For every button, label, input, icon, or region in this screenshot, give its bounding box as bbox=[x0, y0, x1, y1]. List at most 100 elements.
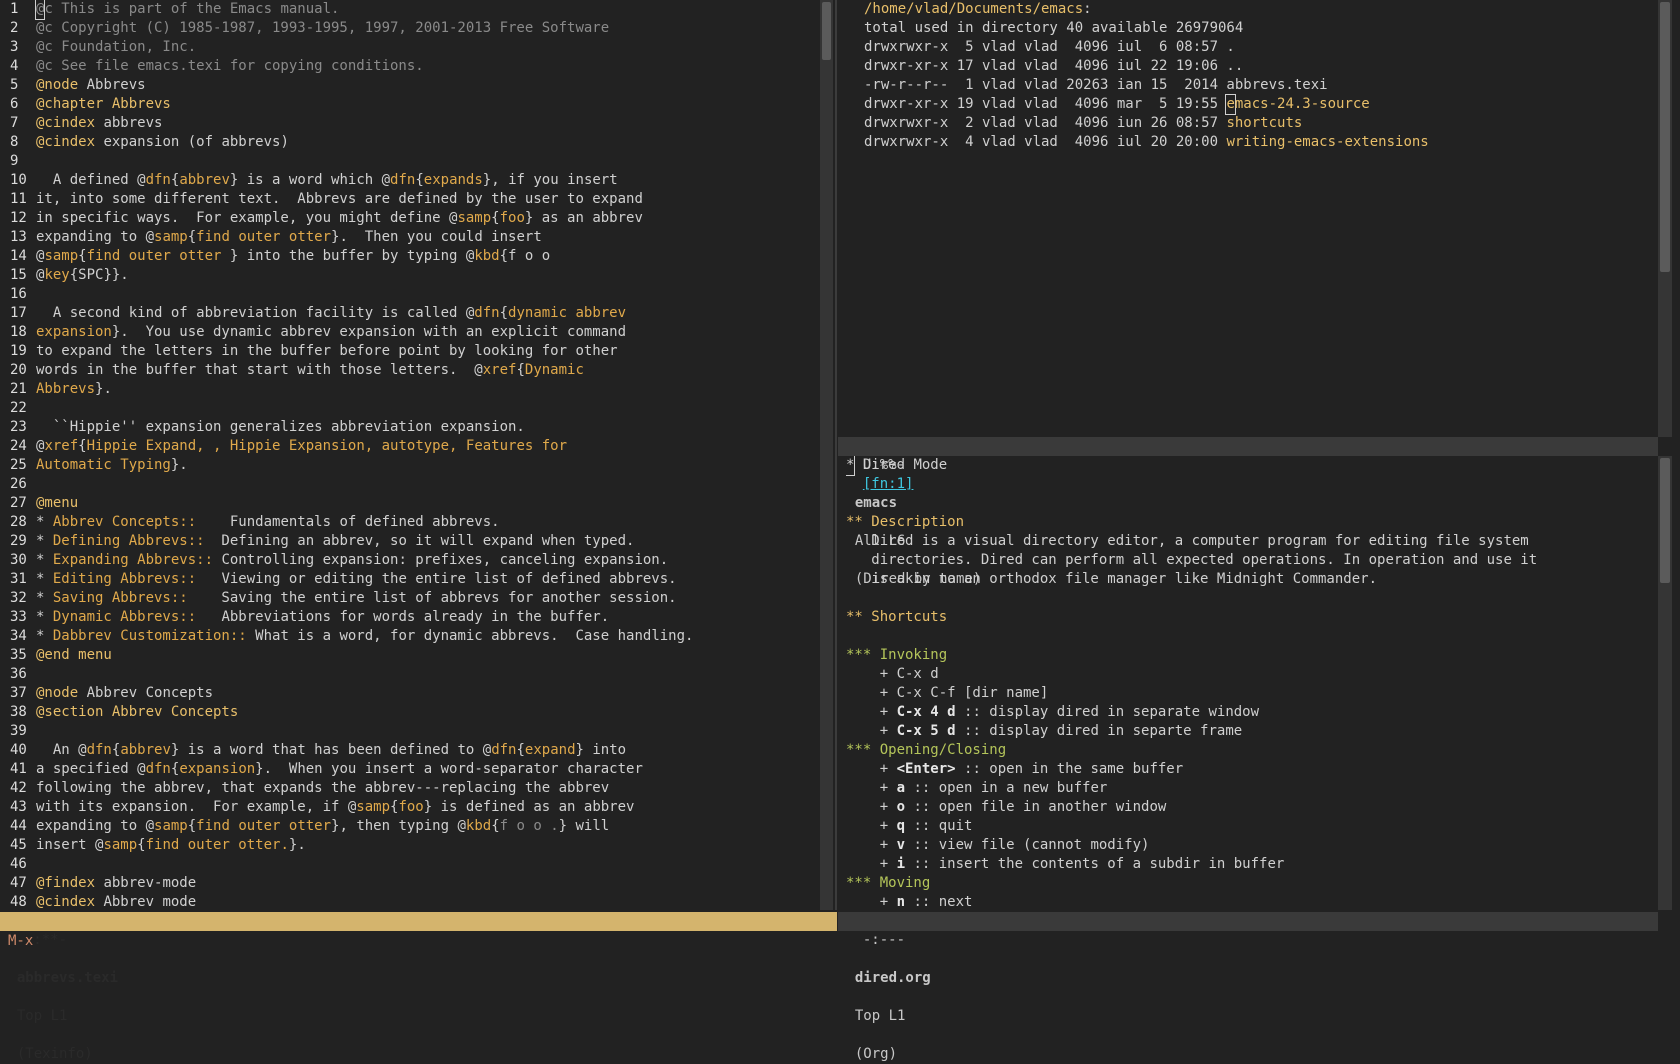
org-buffer[interactable]: * Dired Mode [fn:1] ** Description Dired … bbox=[846, 456, 1656, 910]
left_buffer-line[interactable]: 44 expanding to @samp{find outer otter}, … bbox=[10, 817, 815, 836]
org-scrollbar-thumb[interactable] bbox=[1660, 458, 1670, 583]
left_buffer-line[interactable]: 10 A defined @dfn{abbrev} is a word whic… bbox=[10, 171, 815, 190]
dired-line[interactable]: drwxrwxr-x 5 vlad vlad 4096 iul 6 08:57 … bbox=[864, 38, 1656, 57]
left_buffer-line[interactable]: 18 expansion}. You use dynamic abbrev exp… bbox=[10, 323, 815, 342]
left_buffer-line[interactable]: 28 * Abbrev Concepts:: Fundamentals of de… bbox=[10, 513, 815, 532]
texinfo-text[interactable]: 1 @c This is part of the Emacs manual. 2 @c… bbox=[0, 0, 815, 910]
org-line[interactable]: ** Shortcuts bbox=[846, 608, 1656, 627]
org-line[interactable]: *** Moving bbox=[846, 874, 1656, 893]
org-line[interactable]: ** Description bbox=[846, 513, 1656, 532]
dired-line[interactable]: /home/vlad/Documents/emacs: bbox=[864, 0, 1656, 19]
org-text[interactable]: * Dired Mode [fn:1] ** Description Dired … bbox=[846, 456, 1656, 910]
org-line[interactable]: + o :: open file in another window bbox=[846, 798, 1656, 817]
left_buffer-line[interactable]: 30 * Expanding Abbrevs:: Controlling expa… bbox=[10, 551, 815, 570]
left_buffer-line[interactable]: 2 @c Copyright (C) 1985-1987, 1993-1995, … bbox=[10, 19, 815, 38]
left_buffer-line[interactable]: 9 bbox=[10, 152, 815, 171]
left_buffer-line[interactable]: 46 bbox=[10, 855, 815, 874]
left_buffer-line[interactable]: 37 @node Abbrev Concepts bbox=[10, 684, 815, 703]
left_buffer-line[interactable]: 31 * Editing Abbrevs:: Viewing or editing… bbox=[10, 570, 815, 589]
left_buffer-line[interactable]: 14 @samp{find outer otter } into the buff… bbox=[10, 247, 815, 266]
org-line[interactable]: + C-x 4 d :: display dired in separate w… bbox=[846, 703, 1656, 722]
left_buffer-line[interactable]: 42 following the abbrev, that expands the… bbox=[10, 779, 815, 798]
dired-line[interactable]: total used in directory 40 available 269… bbox=[864, 19, 1656, 38]
org-line[interactable]: * Dired Mode bbox=[846, 456, 1656, 476]
left-scrollbar[interactable] bbox=[820, 0, 833, 910]
org-line[interactable]: + q :: quit bbox=[846, 817, 1656, 836]
org-line[interactable]: *** Opening/Closing bbox=[846, 741, 1656, 760]
left_buffer-line[interactable]: 19 to expand the letters in the buffer be… bbox=[10, 342, 815, 361]
dired-listing[interactable]: /home/vlad/Documents/emacs: total used in… bbox=[846, 0, 1656, 152]
dired-line[interactable]: drwxr-xr-x 19 vlad vlad 4096 mar 5 19:55… bbox=[864, 94, 1656, 115]
org-line[interactable]: directories. Dired can perform all expec… bbox=[846, 551, 1656, 570]
left_buffer-line[interactable]: 16 bbox=[10, 285, 815, 304]
org-line[interactable]: + a :: open in a new buffer bbox=[846, 779, 1656, 798]
dired-line[interactable]: -rw-r--r-- 1 vlad vlad 20263 ian 15 2014… bbox=[864, 76, 1656, 95]
left_buffer-line[interactable]: 43 with its expansion. For example, if @s… bbox=[10, 798, 815, 817]
left_buffer-line[interactable]: 8 @cindex expansion (of abbrevs) bbox=[10, 133, 815, 152]
left-scrollbar-thumb[interactable] bbox=[822, 2, 831, 60]
texinfo-buffer[interactable]: 1 @c This is part of the Emacs manual. 2 @c… bbox=[0, 0, 815, 910]
left_buffer-line[interactable]: 35 @end menu bbox=[10, 646, 815, 665]
left_buffer-line[interactable]: 25 Automatic Typing}. bbox=[10, 456, 815, 475]
left_buffer-line[interactable]: 32 * Saving Abbrevs:: Saving the entire l… bbox=[10, 589, 815, 608]
left_buffer-line[interactable]: 13 expanding to @samp{find outer otter}. … bbox=[10, 228, 815, 247]
left_buffer-line[interactable]: 29 * Defining Abbrevs:: Defining an abbre… bbox=[10, 532, 815, 551]
left_buffer-line[interactable]: 22 bbox=[10, 399, 815, 418]
text-segment: }, if you insert bbox=[482, 172, 618, 188]
left_buffer-line[interactable]: 7 @cindex abbrevs bbox=[10, 114, 815, 133]
window-divider[interactable] bbox=[835, 0, 837, 910]
footnote-link[interactable]: [fn:1] bbox=[863, 476, 914, 492]
dired-scrollbar-thumb[interactable] bbox=[1660, 2, 1670, 272]
org-line[interactable]: is akin to an orthodox file manager like… bbox=[846, 570, 1656, 589]
left_buffer-line[interactable]: 26 bbox=[10, 475, 815, 494]
left_buffer-line[interactable]: 27 @menu bbox=[10, 494, 815, 513]
org-line[interactable]: + C-x C-f [dir name] bbox=[846, 684, 1656, 703]
left_buffer-line[interactable]: 21 Abbrevs}. bbox=[10, 380, 815, 399]
org-line[interactable] bbox=[846, 589, 1656, 608]
left_buffer-line[interactable]: 38 @section Abbrev Concepts bbox=[10, 703, 815, 722]
line-number: 5 bbox=[10, 77, 19, 93]
left_buffer-line[interactable]: 45 insert @samp{find outer otter.}. bbox=[10, 836, 815, 855]
left_buffer-line[interactable]: 33 * Dynamic Abbrevs:: Abbreviations for … bbox=[10, 608, 815, 627]
dired-buffer[interactable]: /home/vlad/Documents/emacs: total used in… bbox=[846, 0, 1656, 437]
org-line[interactable]: Dired is a visual directory editor, a co… bbox=[846, 532, 1656, 551]
org-line[interactable]: + C-x 5 d :: display dired in separte fr… bbox=[846, 722, 1656, 741]
left_buffer-line[interactable]: 1 @c This is part of the Emacs manual. bbox=[10, 0, 815, 20]
org-line[interactable]: + n :: next bbox=[846, 893, 1656, 910]
org-line[interactable]: + v :: view file (cannot modify) bbox=[846, 836, 1656, 855]
org-line[interactable] bbox=[846, 494, 1656, 513]
left_buffer-line[interactable]: 47 @findex abbrev-mode bbox=[10, 874, 815, 893]
org-line[interactable]: [fn:1] bbox=[846, 475, 1656, 494]
text-segment: { bbox=[491, 818, 500, 834]
left_buffer-line[interactable]: 5 @node Abbrevs bbox=[10, 76, 815, 95]
left_buffer-line[interactable]: 39 bbox=[10, 722, 815, 741]
left_buffer-line[interactable]: 12 in specific ways. For example, you mig… bbox=[10, 209, 815, 228]
left_buffer-line[interactable]: 23 ``Hippie'' expansion generalizes abbr… bbox=[10, 418, 815, 437]
dired-scrollbar[interactable] bbox=[1658, 0, 1672, 437]
org-line[interactable]: + <Enter> :: open in the same buffer bbox=[846, 760, 1656, 779]
left_buffer-line[interactable]: 34 * Dabbrev Customization:: What is a wo… bbox=[10, 627, 815, 646]
left_buffer-line[interactable]: 20 words in the buffer that start with th… bbox=[10, 361, 815, 380]
left_buffer-line[interactable]: 36 bbox=[10, 665, 815, 684]
left_buffer-line[interactable]: 3 @c Foundation, Inc. bbox=[10, 38, 815, 57]
minibuffer[interactable]: M-x bbox=[8, 932, 33, 951]
dired-line[interactable]: drwxrwxr-x 4 vlad vlad 4096 iul 20 20:00… bbox=[864, 133, 1656, 152]
left_buffer-line[interactable]: 24 @xref{Hippie Expand, , Hippie Expansio… bbox=[10, 437, 815, 456]
left_buffer-line[interactable]: 17 A second kind of abbreviation facilit… bbox=[10, 304, 815, 323]
org-line[interactable]: + i :: insert the contents of a subdir i… bbox=[846, 855, 1656, 874]
left_buffer-line[interactable]: 41 a specified @dfn{expansion}. When you … bbox=[10, 760, 815, 779]
left_buffer-line[interactable]: 11 it, into some different text. Abbrevs … bbox=[10, 190, 815, 209]
text-segment: key bbox=[44, 267, 70, 283]
left_buffer-line[interactable]: 6 @chapter Abbrevs bbox=[10, 95, 815, 114]
left_buffer-line[interactable]: 48 @cindex Abbrev mode bbox=[10, 893, 815, 910]
left_buffer-line[interactable]: 4 @c See file emacs.texi for copying cond… bbox=[10, 57, 815, 76]
dired-line[interactable]: drwxr-xr-x 17 vlad vlad 4096 iul 22 19:0… bbox=[864, 57, 1656, 76]
left_buffer-line[interactable]: 15 @key{SPC}}. bbox=[10, 266, 815, 285]
org-line[interactable]: + C-x d bbox=[846, 665, 1656, 684]
text-segment: * bbox=[36, 533, 53, 549]
org-line[interactable]: *** Invoking bbox=[846, 646, 1656, 665]
left_buffer-line[interactable]: 40 An @dfn{abbrev} is a word that has be… bbox=[10, 741, 815, 760]
org-scrollbar[interactable] bbox=[1658, 456, 1672, 910]
org-line[interactable] bbox=[846, 627, 1656, 646]
dired-line[interactable]: drwxrwxr-x 2 vlad vlad 4096 iun 26 08:57… bbox=[864, 114, 1656, 133]
